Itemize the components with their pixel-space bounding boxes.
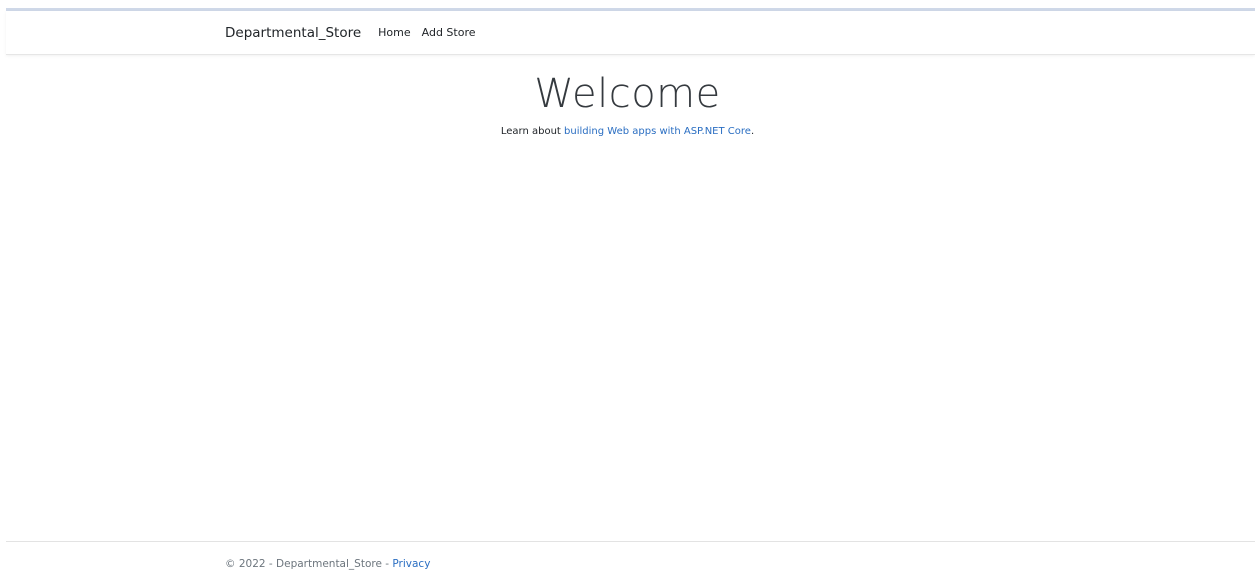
nav-link-home[interactable]: Home (378, 26, 410, 39)
learn-suffix: . (750, 126, 755, 137)
page-title: Welcome (534, 71, 721, 117)
main-content: Welcome Learn about building Web apps wi… (0, 70, 1255, 137)
page: Departmental_Store Home Add Store Welcom… (0, 0, 1255, 585)
footer: © 2022 - Departmental_Store - Privacy (225, 558, 430, 570)
learn-text: Learn about building Web apps with ASP.N… (0, 126, 1255, 137)
navbar-brand[interactable]: Departmental_Store (225, 25, 361, 41)
navbar: Departmental_Store Home Add Store (6, 11, 1255, 55)
nav-link-add-store[interactable]: Add Store (422, 26, 476, 39)
footer-copyright: © 2022 - Departmental_Store - (225, 558, 393, 570)
navbar-inner: Departmental_Store Home Add Store (225, 11, 487, 54)
aspnet-docs-link[interactable]: building Web apps with ASP.NET Core (564, 126, 751, 137)
learn-prefix: Learn about (500, 126, 565, 137)
footer-divider (6, 541, 1255, 542)
privacy-link[interactable]: Privacy (392, 558, 430, 570)
